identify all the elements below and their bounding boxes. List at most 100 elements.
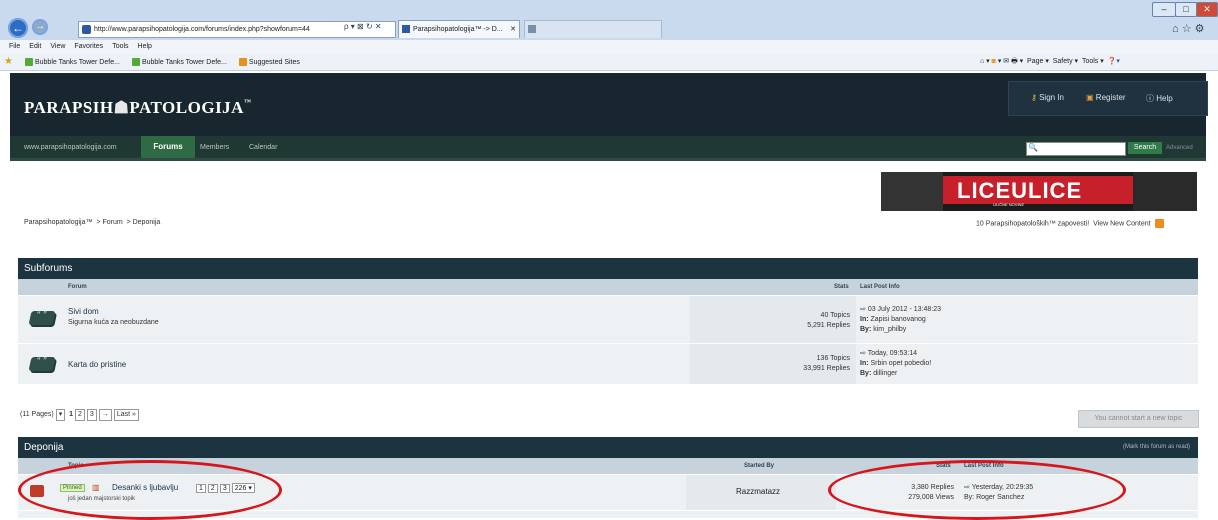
post-arrow-icon[interactable]: ⇨ bbox=[860, 306, 866, 313]
minimize-button[interactable]: – bbox=[1152, 2, 1176, 17]
menu-favorites[interactable]: Favorites bbox=[74, 43, 103, 50]
topic-page-link[interactable]: 3 bbox=[219, 484, 230, 493]
col-stats: Stats bbox=[936, 463, 951, 469]
search-input[interactable]: 🔍 bbox=[1026, 142, 1126, 156]
maximize-button[interactable]: □ bbox=[1175, 2, 1197, 17]
nav-forums-tab[interactable]: Forums bbox=[141, 136, 195, 158]
deponija-header: Deponija (Mark this forum as read) bbox=[18, 437, 1198, 458]
post-arrow-icon[interactable]: ⇨ bbox=[964, 484, 970, 491]
register-link[interactable]: ▣ Register bbox=[1086, 93, 1126, 102]
help-link[interactable]: ⓘ Help bbox=[1146, 93, 1173, 104]
forum-read-icon bbox=[28, 357, 56, 371]
breadcrumb-current[interactable]: Deponija bbox=[133, 219, 161, 226]
menu-edit[interactable]: Edit bbox=[29, 43, 41, 50]
subforum-row: Sivi dom Sigurna kuća za neobuzdane 40 T… bbox=[18, 296, 1198, 344]
post-arrow-icon[interactable]: ⇨ bbox=[860, 350, 866, 357]
breadcrumb-forum[interactable]: Forum bbox=[102, 219, 122, 226]
page-icon bbox=[82, 24, 91, 34]
subforum-link[interactable]: Sivi dom bbox=[68, 307, 99, 316]
menu-view[interactable]: View bbox=[50, 43, 65, 50]
topic-page-link[interactable]: 1 bbox=[196, 484, 206, 493]
nav-home[interactable]: www.parapsihopatologija.com bbox=[24, 144, 117, 151]
pages-dropdown-button[interactable]: ▾ bbox=[55, 409, 66, 421]
menu-bar: File Edit View Favorites Tools Help bbox=[0, 40, 1218, 54]
page-current: 1 bbox=[69, 411, 74, 418]
replies-count: 5,291 Replies bbox=[807, 322, 850, 329]
topic-replies: 3,380 Replies bbox=[911, 484, 954, 491]
liceulice-banner[interactable]: LICEULICE ULIČNE NOVINE bbox=[881, 172, 1197, 211]
subforums-colhead: Forum Stats Last Post Info bbox=[18, 279, 1198, 295]
fav-item-1[interactable]: Bubble Tanks Tower Defe... bbox=[24, 58, 120, 67]
lastpost-author[interactable]: kim_philby bbox=[873, 326, 906, 333]
subforum-link[interactable]: Karta do pristine bbox=[68, 360, 126, 369]
topic-page-link[interactable]: 2 bbox=[207, 484, 218, 493]
fav-label: Bubble Tanks Tower Defe... bbox=[34, 59, 120, 66]
topic-starter[interactable]: Razzmatazz bbox=[736, 487, 780, 496]
commandments-link[interactable]: 10 Parapsihopatoloških™ zapovesti! bbox=[976, 220, 1089, 227]
help-icon[interactable]: ❓▾ bbox=[1108, 58, 1120, 65]
menu-file[interactable]: File bbox=[9, 43, 20, 50]
lastpost-author[interactable]: dillinger bbox=[873, 370, 897, 377]
subforum-stats: 40 Topics 5,291 Replies bbox=[690, 296, 856, 343]
mark-read-link[interactable]: (Mark this forum as read) bbox=[1123, 437, 1190, 458]
fav-item-suggested[interactable]: Suggested Sites bbox=[238, 58, 300, 67]
site-logo[interactable]: PARAPSIH☗PATOLOGIJA™ bbox=[24, 98, 251, 118]
breadcrumb-home[interactable]: Parapsihopatologija™ bbox=[24, 219, 93, 226]
forum-read-icon bbox=[28, 311, 56, 325]
topic-lastpost: ⇨ Yesterday, 20:29:35 By: Roger Sanchez bbox=[964, 484, 1034, 501]
topic-stats: 3,380 Replies 279,008 Views bbox=[882, 483, 954, 503]
refresh-stop-icons[interactable]: ρ ▾ ⊠ ↻ ✕ bbox=[344, 22, 382, 31]
close-window-button[interactable]: ✕ bbox=[1196, 2, 1218, 17]
safety-menu[interactable]: Safety ▾ bbox=[1053, 58, 1078, 65]
fav-icon bbox=[131, 58, 140, 67]
fav-item-2[interactable]: Bubble Tanks Tower Defe... bbox=[131, 58, 227, 67]
advanced-search-link[interactable]: Advanced bbox=[1166, 145, 1193, 151]
register-icon: ▣ bbox=[1086, 93, 1094, 102]
close-tab-icon[interactable]: ✕ bbox=[510, 21, 516, 38]
command-bar[interactable]: ⌂ ▾ ◙ ▾ ✉ 🖶 ▾ Page ▾ Safety ▾ Tools ▾ ❓▾ bbox=[980, 54, 1120, 70]
tools-menu[interactable]: Tools ▾ bbox=[1082, 58, 1104, 65]
cannot-start-topic-button: You cannot start a new topic bbox=[1078, 410, 1199, 428]
page-menu[interactable]: Page ▾ bbox=[1027, 58, 1049, 65]
topic-lastpost-author[interactable]: Roger Sanchez bbox=[976, 494, 1024, 501]
topic-last-page-link[interactable]: 226 ▾ bbox=[231, 483, 255, 493]
feeds-icon[interactable]: ◙ bbox=[992, 58, 996, 65]
nav-calendar[interactable]: Calendar bbox=[249, 144, 277, 151]
menu-tools[interactable]: Tools bbox=[112, 43, 128, 50]
search-button[interactable]: Search bbox=[1128, 142, 1162, 154]
deponija-title: Deponija bbox=[24, 442, 64, 453]
next-page-link[interactable]: → bbox=[98, 409, 112, 421]
home-star-gear-icons[interactable]: ⌂ ☆ ⚙ bbox=[1172, 22, 1204, 35]
forward-icon[interactable]: → bbox=[32, 19, 48, 35]
attachment-icon: ▥ bbox=[92, 483, 100, 492]
topic-link[interactable]: Desanki s ljubavlju bbox=[112, 483, 178, 492]
page-3-link[interactable]: 3 bbox=[86, 409, 97, 421]
last-page-link[interactable]: Last » bbox=[113, 409, 139, 421]
back-icon[interactable]: ← bbox=[8, 18, 28, 38]
deponija-colhead: Topic Started By Stats Last Post Info bbox=[18, 458, 1198, 474]
lastpost-topic[interactable]: Zapisi banovanog bbox=[871, 316, 926, 323]
nav-members[interactable]: Members bbox=[200, 144, 229, 151]
rss-icon[interactable] bbox=[1154, 219, 1164, 228]
favorites-bar: ★ Bubble Tanks Tower Defe... Bubble Tanks … bbox=[0, 54, 1218, 71]
tab-favicon-icon bbox=[402, 25, 410, 34]
signin-link[interactable]: ⚷ Sign In bbox=[1031, 93, 1064, 102]
topics-count: 40 Topics bbox=[820, 312, 850, 319]
main-content: LICEULICE ULIČNE NOVINE Parapsihopatolog… bbox=[10, 161, 1206, 519]
subforum-row: Karta do pristine 136 Topics 33,991 Repli… bbox=[18, 344, 1198, 385]
topic-views: 279,008 Views bbox=[908, 494, 954, 501]
help-label: Help bbox=[1156, 94, 1173, 103]
view-new-content-link[interactable]: View New Content bbox=[1093, 220, 1150, 227]
page-2-link[interactable]: 2 bbox=[75, 409, 85, 421]
lastpost-topic[interactable]: Srbin opet pobedio! bbox=[871, 360, 932, 367]
tab-inactive[interactable] bbox=[524, 20, 662, 38]
pages-label: (11 Pages) bbox=[20, 411, 54, 418]
logo-tm: ™ bbox=[243, 98, 252, 106]
tab-active[interactable]: Parapsihopatologija™ -> D... ✕ bbox=[398, 20, 520, 38]
suggested-icon bbox=[238, 58, 247, 67]
register-label: Register bbox=[1095, 93, 1126, 102]
topic-row: Pinned ▥ Desanki s ljubavlju 1 2 3 226 ▾ jo… bbox=[18, 475, 1198, 511]
subforum-lastpost: ⇨ Today, 09:53:14 In: Srbin opet pobedio… bbox=[860, 350, 932, 377]
menu-help[interactable]: Help bbox=[138, 43, 152, 50]
favorites-star-icon[interactable]: ★ bbox=[4, 56, 13, 67]
